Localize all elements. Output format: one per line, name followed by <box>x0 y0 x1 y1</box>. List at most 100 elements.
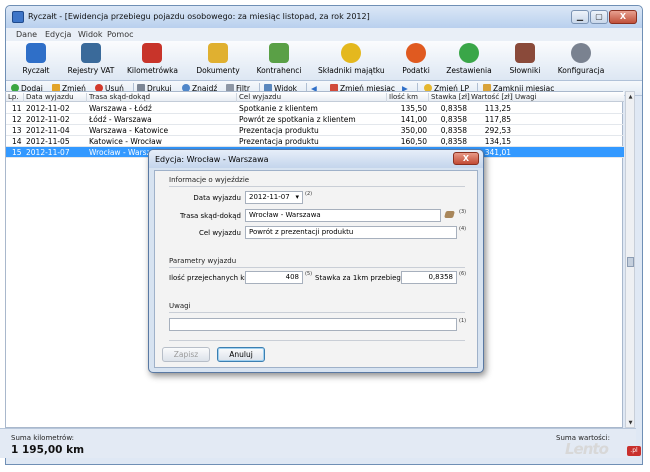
route-input[interactable]: Wrocław - Warszawa <box>245 209 441 222</box>
ribbon-label: Słowniki <box>509 66 541 75</box>
dialog-title-bar[interactable]: Edycja: Wrocław - Warszawa X <box>149 150 483 168</box>
cancel-button[interactable]: Anuluj <box>217 347 265 362</box>
ribbon-kilometrowka-button[interactable]: Kilometrówka <box>127 43 178 79</box>
ribbon-label: Kontrahenci <box>256 66 302 75</box>
column-header-notes[interactable]: Uwagi <box>513 93 624 102</box>
column-header-purpose[interactable]: Cel wyjazdu <box>237 93 387 102</box>
menu-pomoc[interactable]: Pomoc <box>107 30 134 39</box>
scrollbar-thumb[interactable] <box>627 257 634 267</box>
watermark-suffix: .pl <box>627 446 641 456</box>
rate-input[interactable]: 0,8358 <box>401 271 457 284</box>
people-icon <box>269 43 289 63</box>
purpose-input[interactable]: Powrót z prezentacji produktu <box>245 226 457 239</box>
table-row[interactable]: 13 2012-11-04 Warszawa - Katowice Prezen… <box>6 125 624 136</box>
close-button[interactable]: X <box>609 10 637 24</box>
notes-input[interactable] <box>169 318 457 331</box>
cell-purpose: Powrót ze spotkania z klientem <box>239 115 356 124</box>
date-label: Data wyjazdu <box>193 194 241 202</box>
column-header-value[interactable]: Wartość [zł] <box>469 93 513 102</box>
cell-date: 2012-11-07 <box>26 148 70 157</box>
column-header-lp[interactable]: Lp. <box>6 93 24 102</box>
menu-widok[interactable]: Widok <box>78 30 103 39</box>
table-row[interactable]: 11 2012-11-02 Warszawa - Łódź Spotkanie … <box>6 103 624 114</box>
table-row[interactable]: 14 2012-11-05 Katowice - Wrocław Prezent… <box>6 136 624 147</box>
table-scrollbar[interactable]: ▲ ▼ <box>625 91 635 428</box>
ribbon-label: Konfiguracja <box>557 66 605 75</box>
cell-date: 2012-11-02 <box>26 104 70 113</box>
date-value: 2012-11-07 <box>249 193 290 201</box>
menu-dane[interactable]: Dane <box>16 30 37 39</box>
ribbon-skladniki-majatku-button[interactable]: Składniki majątku <box>318 43 385 79</box>
ribbon-label: Ryczałt <box>22 66 50 75</box>
table-header: Lp. Data wyjazdu Trasa skąd-dokąd Cel wy… <box>6 92 624 102</box>
cell-route: Warszawa - Katowice <box>89 126 169 135</box>
coin-icon <box>341 43 361 63</box>
cell-lp: 14 <box>12 137 22 146</box>
section-divider <box>169 267 465 268</box>
maximize-button[interactable]: ▢ <box>590 10 608 24</box>
ribbon-rejestry-vat-button[interactable]: Rejestry VAT <box>66 43 116 79</box>
dropdown-arrow-icon[interactable]: ▾ <box>295 192 299 203</box>
ribbon-label: Składniki majątku <box>318 66 385 75</box>
book-icon <box>26 43 46 63</box>
section-divider <box>169 312 465 313</box>
dialog-title: Edycja: Wrocław - Warszawa <box>155 155 269 164</box>
ribbon-ryczalt-button[interactable]: Ryczałt <box>16 43 56 79</box>
km-sum-value: 1 195,00 km <box>11 444 85 456</box>
date-picker[interactable]: 2012-11-07 ▾ <box>245 191 303 204</box>
dictionary-icon <box>515 43 535 63</box>
ribbon-label: Podatki <box>402 66 430 75</box>
status-bar: Suma kilometrów: 1 195,00 km Suma wartoś… <box>0 428 636 458</box>
column-header-km[interactable]: Ilość km <box>387 93 429 102</box>
cell-rate: 0,8358 <box>440 137 467 146</box>
ribbon-zestawienia-button[interactable]: Zestawienia <box>446 43 492 79</box>
pie-chart-icon <box>459 43 479 63</box>
minimize-button[interactable]: ▁ <box>571 10 589 24</box>
cell-km: 141,00 <box>400 115 427 124</box>
ribbon-slowniki-button[interactable]: Słowniki <box>505 43 545 79</box>
rate-label: Stawka za 1km przebiegu <box>315 274 406 282</box>
km-input[interactable]: 408 <box>245 271 303 284</box>
hint-marker: (5) <box>305 271 313 277</box>
cell-purpose: Spotkanie z klientem <box>239 104 318 113</box>
column-header-date[interactable]: Data wyjazdu <box>24 93 87 102</box>
section-divider <box>169 186 465 187</box>
params-section-title: Parametry wyjazdu <box>169 257 237 265</box>
cell-value: 134,15 <box>484 137 511 146</box>
cell-rate: 0,8358 <box>440 115 467 124</box>
dialog-close-button[interactable]: X <box>453 152 479 165</box>
ribbon-kontrahenci-button[interactable]: Kontrahenci <box>254 43 304 79</box>
table-row[interactable]: 12 2012-11-02 Łódź - Warszawa Powrót ze … <box>6 114 624 125</box>
dialog-body: Informacje o wyjeździe Data wyjazdu 2012… <box>154 170 478 368</box>
ribbon-label: Zestawienia <box>446 66 492 75</box>
column-header-route[interactable]: Trasa skąd-dokąd <box>87 93 237 102</box>
purpose-label: Cel wyjazdu <box>198 229 241 237</box>
menu-bar: Dane Edycja Widok Pomoc <box>6 28 642 41</box>
save-button[interactable]: Zapisz <box>162 347 210 362</box>
cell-date: 2012-11-02 <box>26 115 70 124</box>
scroll-up-arrow-icon[interactable]: ▲ <box>627 94 634 100</box>
menu-edycja[interactable]: Edycja <box>45 30 71 39</box>
cell-date: 2012-11-04 <box>26 126 70 135</box>
route-lookup-icon[interactable] <box>444 211 455 218</box>
ribbon-podatki-button[interactable]: Podatki <box>396 43 436 79</box>
column-header-rate[interactable]: Stawka [zł] <box>429 93 470 102</box>
scroll-down-arrow-icon[interactable]: ▼ <box>627 420 634 426</box>
edit-dialog: Edycja: Wrocław - Warszawa X Informacje … <box>148 149 484 373</box>
km-label: Ilość przejechanych km <box>169 274 252 282</box>
trip-section-title: Informacje o wyjeździe <box>169 176 250 184</box>
cell-route: Wrocław - Warszawa <box>89 148 149 157</box>
cell-rate: 0,8358 <box>440 104 467 113</box>
tax-icon <box>406 43 426 63</box>
cell-lp: 12 <box>12 115 22 124</box>
cell-value: 292,53 <box>484 126 511 135</box>
cell-date: 2012-11-05 <box>26 137 70 146</box>
km-sum-label: Suma kilometrów: <box>11 434 75 442</box>
cell-lp: 13 <box>12 126 22 135</box>
ribbon-konfiguracja-button[interactable]: Konfiguracja <box>556 43 606 79</box>
cell-value: 117,85 <box>484 115 511 124</box>
title-bar[interactable]: Ryczałt - [Ewidencja przebiegu pojazdu o… <box>6 6 642 28</box>
ribbon-dokumenty-button[interactable]: Dokumenty <box>193 43 243 79</box>
app-icon <box>12 11 24 23</box>
section-divider <box>169 340 465 341</box>
